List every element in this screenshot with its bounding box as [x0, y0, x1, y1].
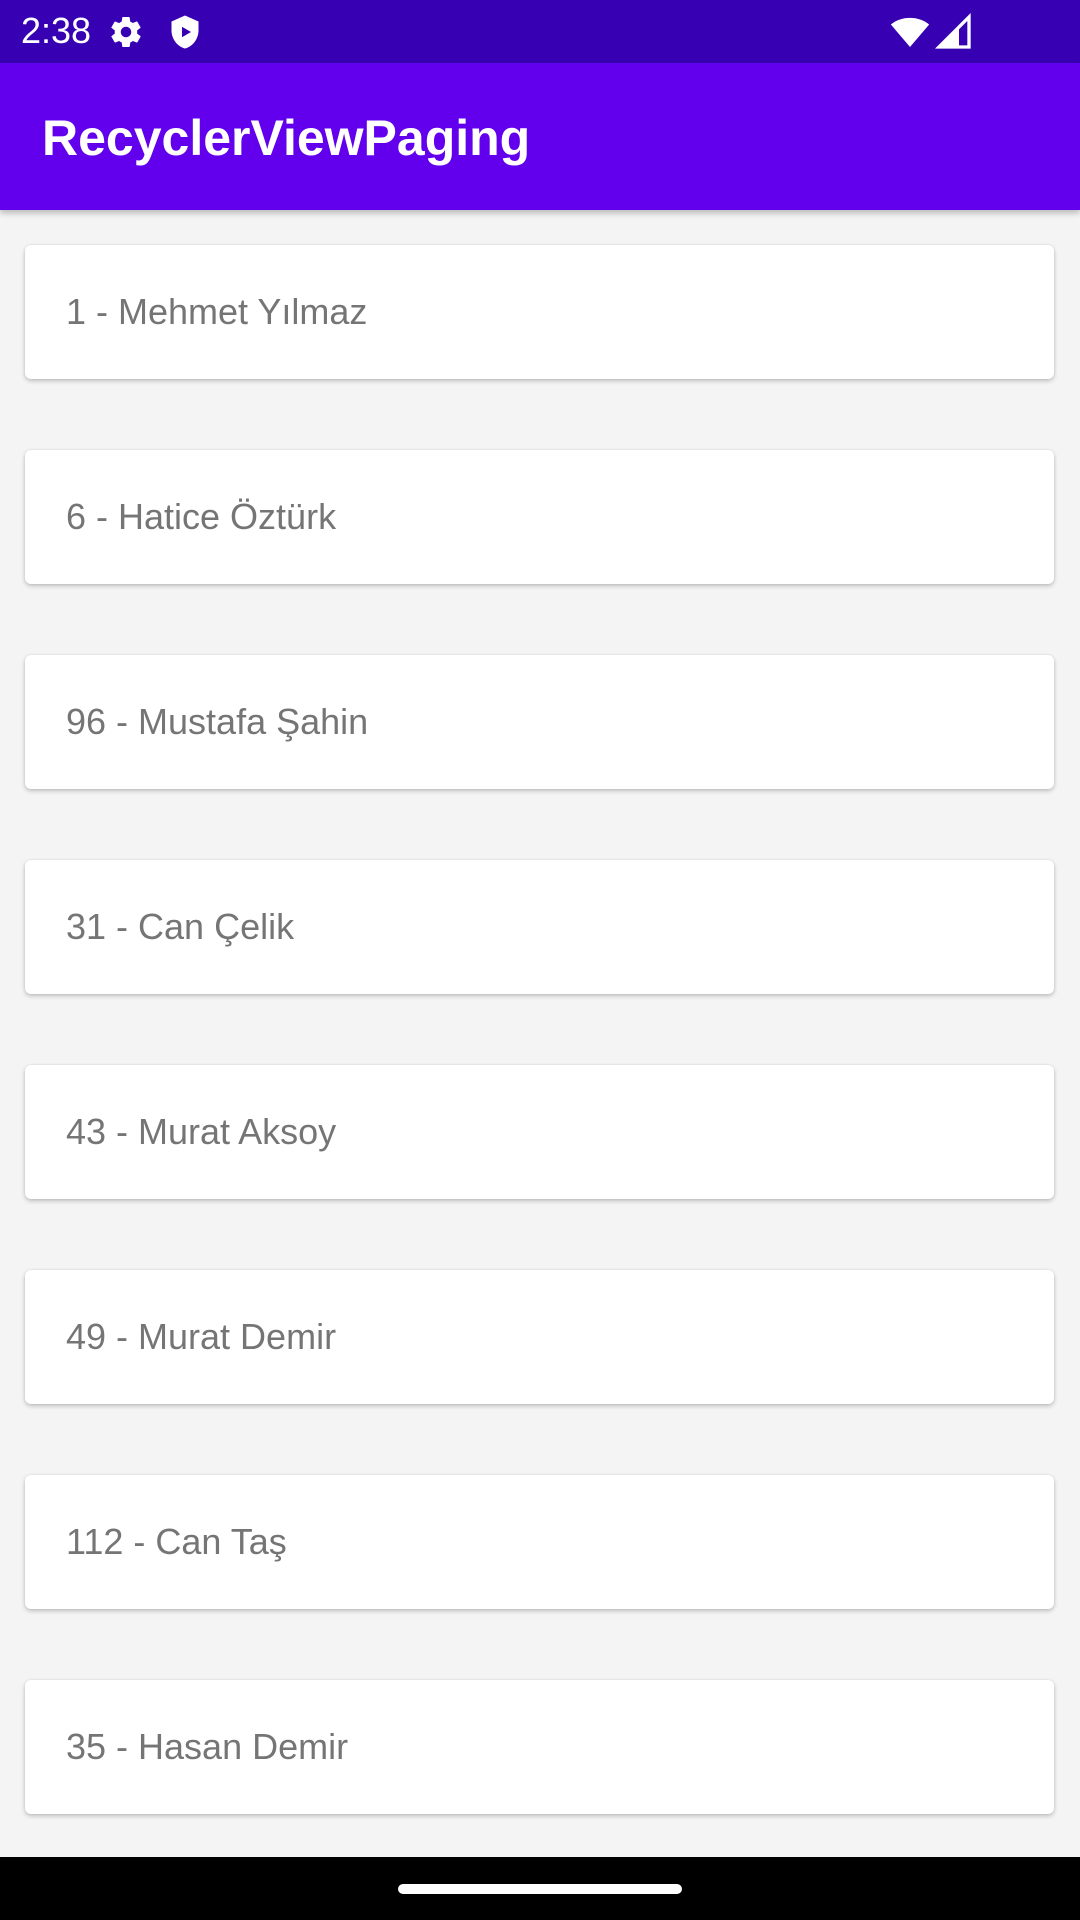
list-item[interactable]: 6 - Hatice Öztürk: [25, 450, 1054, 584]
list-item[interactable]: 31 - Can Çelik: [25, 860, 1054, 994]
app-title: RecyclerViewPaging: [42, 110, 531, 166]
list-item[interactable]: 112 - Can Taş: [25, 1475, 1054, 1609]
list-item-label: 31 - Can Çelik: [66, 906, 295, 947]
list-item[interactable]: 49 - Murat Demir: [25, 1270, 1054, 1404]
shield-icon: [167, 14, 203, 50]
list-item-label: 43 - Murat Aksoy: [66, 1111, 337, 1152]
list-item-label: 1 - Mehmet Yılmaz: [66, 291, 368, 332]
status-time: 2:38: [21, 10, 92, 51]
list-item[interactable]: 43 - Murat Aksoy: [25, 1065, 1054, 1199]
settings-gear-icon: [108, 14, 144, 50]
list-item-label: 96 - Mustafa Şahin: [66, 701, 369, 742]
navigation-bar: [0, 1857, 1080, 1920]
list-item[interactable]: 35 - Hasan Demir: [25, 1680, 1054, 1814]
list-item[interactable]: 1 - Mehmet Yılmaz: [25, 245, 1054, 379]
list-item-label: 49 - Murat Demir: [66, 1316, 337, 1357]
status-bar: 2:38: [0, 0, 1080, 63]
list-item-label: 6 - Hatice Öztürk: [66, 496, 337, 537]
recycler-list[interactable]: 1 - Mehmet Yılmaz 6 - Hatice Öztürk 96 -…: [0, 210, 1080, 1857]
home-gesture-handle[interactable]: [398, 1884, 682, 1894]
list-item-label: 35 - Hasan Demir: [66, 1726, 349, 1767]
list-item[interactable]: 96 - Mustafa Şahin: [25, 655, 1054, 789]
cell-signal-icon: [934, 12, 974, 52]
app-bar: RecyclerViewPaging: [0, 63, 1080, 210]
list-item-label: 112 - Can Taş: [66, 1521, 287, 1562]
wifi-icon: [890, 12, 930, 52]
